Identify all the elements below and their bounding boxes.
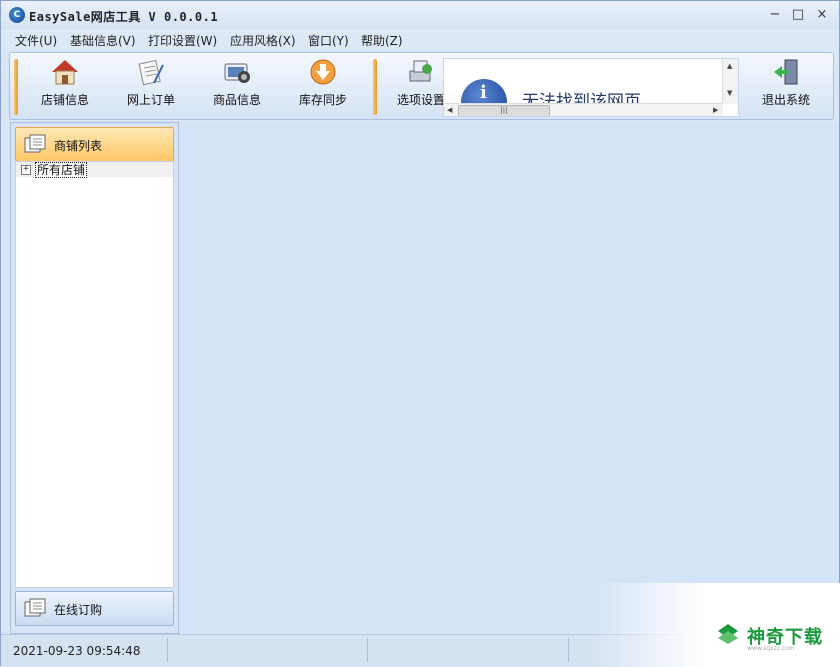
scroll-thumb[interactable]: |||: [458, 105, 550, 116]
online-order-label: 在线订购: [54, 603, 103, 617]
app-window: C EasySale网店工具 V 0.0.0.1 − □ × 文件(U) 基础信…: [0, 0, 840, 667]
menu-bar: 文件(U) 基础信息(V) 打印设置(W) 应用风格(X) 窗口(Y) 帮助(Z…: [1, 29, 839, 51]
watermark-logo-icon: [718, 624, 738, 644]
info-icon-glyph: i: [480, 82, 487, 103]
scroll-up-icon[interactable]: ▲: [727, 62, 732, 70]
product-info-button[interactable]: 商品信息: [204, 57, 270, 115]
tree-node-all-shops[interactable]: 所有店铺: [35, 162, 88, 178]
watermark-subtext: www.sqxzz.com: [747, 645, 795, 652]
close-button[interactable]: ×: [812, 6, 832, 24]
menu-app-style[interactable]: 应用风格(X): [230, 32, 296, 49]
menu-basic-info[interactable]: 基础信息(V): [70, 32, 136, 49]
menu-print-settings[interactable]: 打印设置(W): [148, 32, 217, 49]
online-order-icon: [24, 598, 46, 617]
shop-info-label: 店铺信息: [40, 93, 89, 107]
horizontal-scrollbar[interactable]: ◀ ||| ▶: [444, 103, 723, 116]
shop-list-panel: 商铺列表 + 所有店铺 在线订购: [10, 122, 179, 634]
toolbar-separator: [14, 59, 18, 115]
online-order-button[interactable]: 在线订购: [15, 591, 174, 626]
status-segment: [368, 638, 569, 662]
status-datetime: 2021-09-23 09:54:48: [13, 644, 141, 658]
exit-system-button[interactable]: 退出系统: [753, 57, 819, 115]
toolbar: 店铺信息 网上订单 商品信息 库存同步 选项设置 i 无法找到该网页 ▲ ▼ ◀…: [9, 52, 834, 120]
menu-help[interactable]: 帮助(Z): [361, 32, 403, 49]
toolbar-separator: [373, 59, 377, 115]
minimize-button[interactable]: −: [765, 6, 785, 24]
status-segment: [168, 638, 368, 662]
shop-tree[interactable]: + 所有店铺: [15, 161, 174, 588]
sync-arrow-icon: [310, 59, 336, 85]
exit-system-label: 退出系统: [761, 93, 810, 107]
scroll-down-icon[interactable]: ▼: [727, 89, 732, 97]
vertical-scrollbar[interactable]: ▲ ▼: [722, 59, 738, 104]
settings-icon: [409, 60, 432, 82]
shop-list-icon: [24, 134, 46, 153]
menu-window[interactable]: 窗口(Y): [308, 32, 349, 49]
scroll-left-icon[interactable]: ◀: [447, 106, 452, 114]
title-bar[interactable]: C EasySale网店工具 V 0.0.0.1 − □ ×: [1, 1, 839, 29]
inventory-sync-button[interactable]: 库存同步: [290, 57, 356, 115]
inventory-sync-label: 库存同步: [298, 93, 347, 107]
tree-row[interactable]: + 所有店铺: [16, 162, 173, 178]
order-doc-icon: [138, 59, 164, 86]
scroll-right-icon[interactable]: ▶: [713, 106, 718, 114]
status-segment-datetime: 2021-09-23 09:54:48: [1, 638, 168, 662]
window-title: EasySale网店工具 V 0.0.0.1: [29, 10, 219, 24]
main-workspace: [179, 122, 839, 632]
shop-info-button[interactable]: 店铺信息: [32, 57, 98, 115]
product-info-label: 商品信息: [212, 93, 261, 107]
web-panel[interactable]: i 无法找到该网页 ▲ ▼ ◀ ||| ▶: [443, 58, 739, 117]
product-icon: [224, 63, 250, 83]
menu-file[interactable]: 文件(U): [15, 32, 57, 49]
online-orders-label: 网上订单: [126, 93, 175, 107]
watermark: 神奇下载 www.sqxzz.com: [591, 583, 840, 667]
online-orders-button[interactable]: 网上订单: [118, 57, 184, 115]
app-logo-icon: C: [9, 7, 25, 23]
expand-icon[interactable]: +: [21, 165, 31, 175]
shop-list-header[interactable]: 商铺列表: [15, 127, 174, 162]
shop-list-title: 商铺列表: [54, 139, 103, 153]
exit-door-icon: [774, 59, 798, 85]
house-icon: [52, 60, 78, 85]
maximize-button[interactable]: □: [788, 6, 808, 24]
